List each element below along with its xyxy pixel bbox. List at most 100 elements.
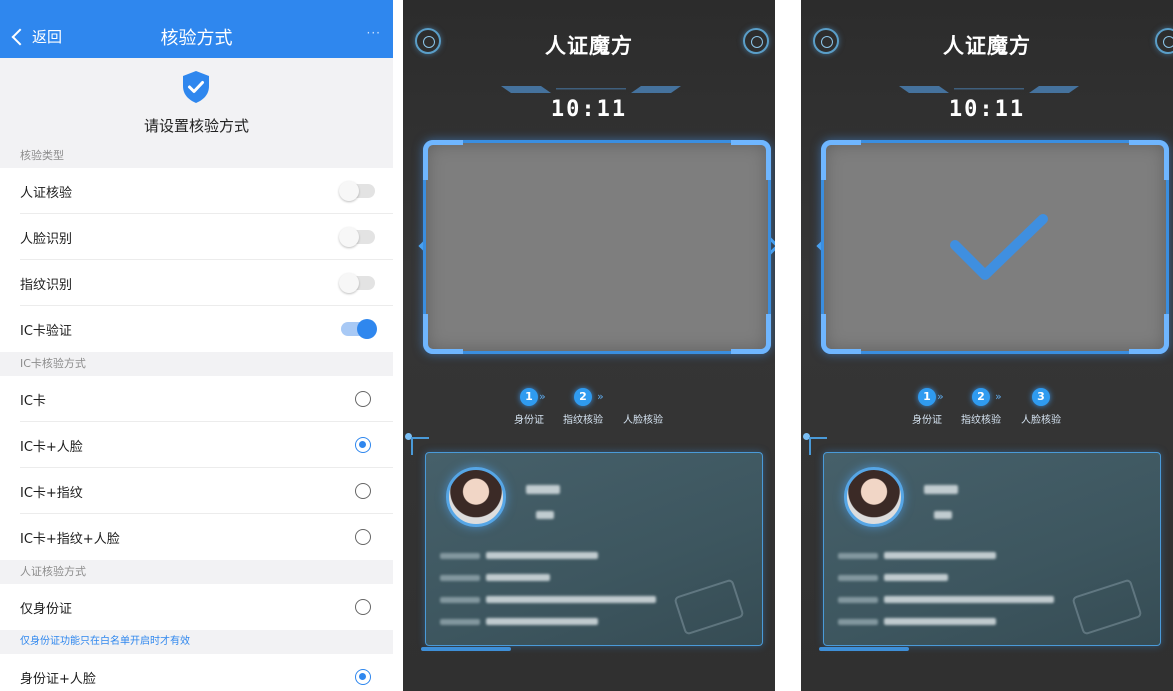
step-id-card: 1 身份证 bbox=[499, 388, 559, 426]
frame-corner bbox=[731, 314, 771, 354]
section-id-mode: 人证核验方式 bbox=[0, 560, 393, 584]
redacted-field-label bbox=[838, 597, 878, 603]
redacted-field-label bbox=[440, 619, 480, 625]
header-decoration bbox=[501, 86, 681, 93]
radio-id-only[interactable] bbox=[355, 599, 371, 615]
row-label: IC卡+指纹 bbox=[20, 485, 83, 501]
step-label: 指纹核验 bbox=[961, 415, 1001, 426]
redacted-validity bbox=[884, 618, 996, 625]
redacted-field-label bbox=[838, 553, 878, 559]
toggle-row-ic-card[interactable]: IC卡验证 bbox=[0, 306, 393, 352]
row-label: IC卡+指纹+人脸 bbox=[20, 531, 120, 547]
radio-ic-fingerprint[interactable] bbox=[355, 483, 371, 499]
avatar bbox=[446, 467, 506, 527]
radio-row-id-only[interactable]: 仅身份证 bbox=[0, 584, 393, 630]
toggle-knob bbox=[339, 227, 359, 247]
row-label: IC卡验证 bbox=[20, 323, 72, 339]
progress-steps: 1 身份证 » 2 指纹核验 » 3 人脸核验 bbox=[897, 388, 1097, 428]
ic-card-toggle[interactable] bbox=[341, 319, 377, 339]
face-toggle[interactable] bbox=[339, 227, 375, 247]
stamp-watermark bbox=[1071, 578, 1143, 636]
redacted-gender bbox=[536, 511, 554, 519]
step-separator: » bbox=[937, 390, 944, 403]
toggle-knob bbox=[357, 319, 377, 339]
redacted-name bbox=[924, 485, 958, 494]
step-number: 1 bbox=[918, 388, 936, 406]
step-label: 人脸核验 bbox=[1021, 415, 1061, 426]
row-label: IC卡+人脸 bbox=[20, 439, 83, 455]
redacted-id-number bbox=[884, 552, 996, 559]
fingerprint-toggle[interactable] bbox=[339, 273, 375, 293]
redacted-name bbox=[526, 485, 560, 494]
frame-corner bbox=[821, 314, 861, 354]
row-label: 指纹识别 bbox=[20, 277, 73, 293]
redacted-field-label bbox=[838, 619, 878, 625]
step-number: 3 bbox=[1032, 388, 1050, 406]
redacted-address bbox=[884, 596, 1054, 603]
header-panel: 请设置核验方式 bbox=[0, 58, 393, 144]
frame-corner bbox=[423, 314, 463, 354]
toggle-knob bbox=[339, 273, 359, 293]
id-verify-toggle[interactable] bbox=[339, 181, 375, 201]
step-fingerprint: 2 指纹核验 bbox=[951, 388, 1011, 426]
radio-ic-face[interactable] bbox=[355, 437, 371, 453]
kiosk-screen-step2: 人证魔方 10:11 1 身份证 » 2 指纹核验 » 人脸核验 bbox=[403, 0, 775, 691]
step-number: 2 bbox=[574, 388, 592, 406]
redacted-address bbox=[486, 596, 656, 603]
row-label: 仅身份证 bbox=[20, 601, 73, 617]
radio-row-ic-fingerprint[interactable]: IC卡+指纹 bbox=[0, 468, 393, 514]
step-separator: » bbox=[995, 390, 1002, 403]
toggle-row-fingerprint[interactable]: 指纹识别 bbox=[0, 260, 393, 306]
row-label: 人证核验 bbox=[20, 185, 73, 201]
row-label: 身份证+人脸 bbox=[20, 671, 96, 687]
redacted-birthdate bbox=[884, 574, 948, 581]
avatar bbox=[844, 467, 904, 527]
row-label: 人脸识别 bbox=[20, 231, 73, 247]
header-prompt: 请设置核验方式 bbox=[143, 117, 249, 135]
progress-steps: 1 身份证 » 2 指纹核验 » 人脸核验 bbox=[499, 388, 699, 428]
radio-ic-fingerprint-face[interactable] bbox=[355, 529, 371, 545]
radio-row-ic-fingerprint-face[interactable]: IC卡+指纹+人脸 bbox=[0, 514, 393, 560]
kiosk-screen-step3: 人证魔方 10:11 1 身份证 » 2 指纹核验 » 3 人脸核验 bbox=[801, 0, 1173, 691]
row-label: IC卡 bbox=[20, 393, 46, 409]
nav-bar: 返回 核验方式 ··· bbox=[0, 0, 393, 58]
step-label: 身份证 bbox=[912, 415, 942, 426]
step-label: 指纹核验 bbox=[563, 415, 603, 426]
frame-corner bbox=[1129, 140, 1169, 180]
camera-preview bbox=[423, 140, 771, 354]
section-ic-mode: IC卡核验方式 bbox=[0, 352, 393, 376]
frame-corner bbox=[731, 140, 771, 180]
more-menu-icon[interactable]: ··· bbox=[367, 26, 381, 40]
bottom-accent-bar bbox=[421, 647, 511, 651]
radio-row-ic-face[interactable]: IC卡+人脸 bbox=[0, 422, 393, 468]
radio-row-id-face[interactable]: 身份证+人脸 bbox=[0, 654, 393, 691]
verification-settings-screen: 返回 核验方式 ··· 请设置核验方式 核验类型 人证核验 人脸识别 指纹识别 bbox=[0, 0, 393, 691]
radio-row-ic[interactable]: IC卡 bbox=[0, 376, 393, 422]
step-label: 身份证 bbox=[514, 415, 544, 426]
radio-ic[interactable] bbox=[355, 391, 371, 407]
clock: 10:11 bbox=[550, 97, 628, 122]
redacted-gender bbox=[934, 511, 952, 519]
redacted-field-label bbox=[440, 575, 480, 581]
checkmark-icon bbox=[950, 214, 1048, 280]
redacted-field-label bbox=[440, 597, 480, 603]
redacted-field-label bbox=[838, 575, 878, 581]
shield-check-icon bbox=[183, 71, 209, 103]
id-info-card bbox=[425, 452, 763, 646]
frame-corner bbox=[1129, 314, 1169, 354]
step-number-inactive bbox=[634, 388, 652, 406]
toggle-knob bbox=[339, 181, 359, 201]
toggle-row-id-verify[interactable]: 人证核验 bbox=[0, 168, 393, 214]
header-decoration bbox=[899, 86, 1079, 93]
id-info-card bbox=[823, 452, 1161, 646]
frame-corner bbox=[821, 140, 861, 180]
kiosk-title: 人证魔方 bbox=[943, 34, 1031, 58]
redacted-birthdate bbox=[486, 574, 550, 581]
whitelist-note: 仅身份证功能只在白名单开启时才有效 bbox=[0, 630, 393, 654]
clock: 10:11 bbox=[948, 97, 1026, 122]
step-face: 人脸核验 bbox=[613, 388, 673, 426]
radio-id-face[interactable] bbox=[355, 669, 371, 685]
toggle-row-face[interactable]: 人脸识别 bbox=[0, 214, 393, 260]
redacted-field-label bbox=[440, 553, 480, 559]
frame-corner bbox=[423, 140, 463, 180]
